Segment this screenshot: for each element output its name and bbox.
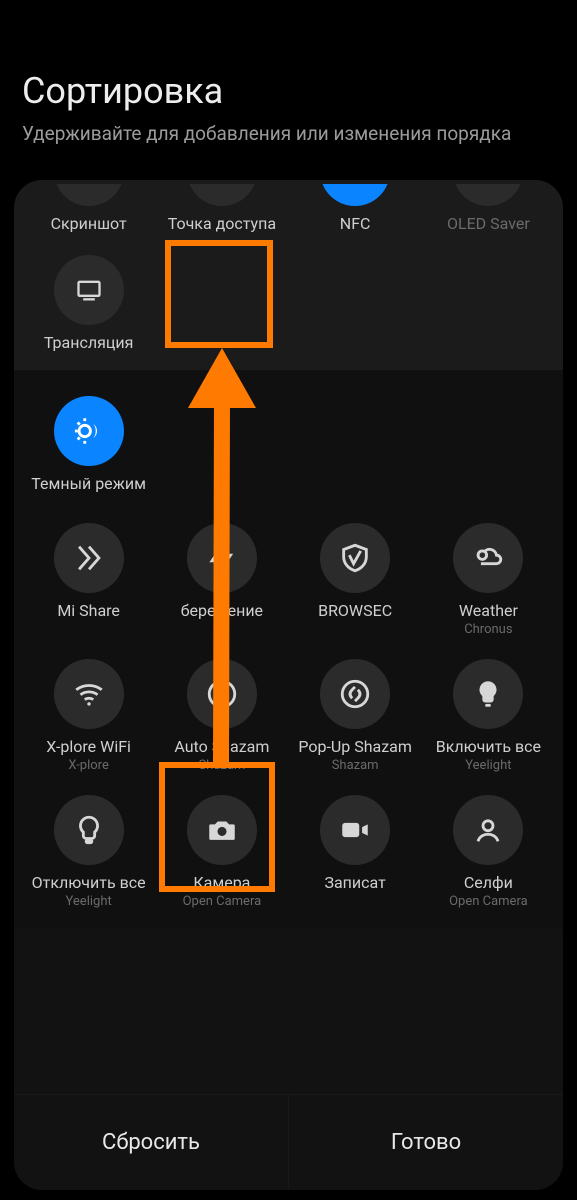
tile-weather[interactable]: Weather Chronus (422, 519, 555, 637)
tile-label: Камера (193, 873, 250, 892)
bulb-on-icon (453, 659, 523, 729)
tile-label: Селфи (464, 873, 513, 892)
reset-button[interactable]: Сбросить (14, 1095, 288, 1190)
tile-label: Записат (324, 873, 385, 892)
tile-sublabel: Open Camera (183, 894, 262, 909)
empty-slot (289, 392, 422, 493)
empty-slot (155, 392, 288, 493)
bolt-icon (187, 523, 257, 593)
tile-label: Pop-Up Shazam (298, 737, 412, 756)
tile-oled-saver[interactable]: OLED Saver (422, 180, 555, 233)
hotspot-icon (187, 180, 257, 206)
tile-label: NFC (340, 214, 371, 233)
dark-mode-icon (54, 396, 124, 466)
empty-slot (422, 392, 555, 493)
tile-label: Точка доступа (168, 214, 276, 233)
empty-slot[interactable] (422, 251, 555, 352)
tile-label: Weather (459, 601, 518, 620)
page-subtitle: Удерживайте для добавления или изменения… (22, 122, 555, 145)
tile-label: Mi Share (57, 601, 120, 620)
footer-bar: Сбросить Готово (14, 1094, 563, 1190)
weather-icon (453, 523, 523, 593)
tile-sublabel: Chronus (464, 622, 512, 637)
tile-label: Трансляция (44, 333, 134, 352)
tile-sublabel: Shazam (198, 758, 245, 773)
empty-slot[interactable] (155, 251, 288, 352)
oled-icon (453, 180, 523, 206)
tile-xplore-wifi[interactable]: X-plore WiFi X-plore (22, 655, 155, 773)
video-icon (320, 795, 390, 865)
tile-nfc[interactable]: NFC (289, 180, 422, 233)
empty-slot[interactable] (289, 251, 422, 352)
tile-label: Отключить все (32, 873, 146, 892)
tile-label: BROWSEC (318, 601, 392, 620)
shazam-icon (187, 659, 257, 729)
tile-turn-off-all[interactable]: Отключить все Yeelight (22, 791, 155, 909)
tile-sublabel: Yeelight (465, 758, 511, 773)
cut-icon (54, 180, 124, 206)
tile-mi-share[interactable]: Mi Share (22, 519, 155, 637)
bulb-off-icon (54, 795, 124, 865)
shazam-icon (320, 659, 390, 729)
tile-popup-shazam[interactable]: Pop-Up Shazam Shazam (289, 655, 422, 773)
nfc-icon (320, 180, 390, 206)
tile-sublabel: Shazam (332, 758, 379, 773)
tile-label: OLED Saver (447, 214, 530, 233)
active-tiles-section: Скриншот Точка доступа NFC OLED Saver (14, 180, 563, 370)
tile-sublabel: Open Camera (449, 894, 528, 909)
mid-section: Темный режим (14, 370, 563, 519)
camera-icon (187, 795, 257, 865)
shield-icon (320, 523, 390, 593)
tile-selfie[interactable]: Селфи Open Camera (422, 791, 555, 909)
tile-browsec[interactable]: BROWSEC (289, 519, 422, 637)
tile-camera[interactable]: Камера Open Camera (155, 791, 288, 909)
page-title: Сортировка (22, 70, 555, 112)
cast-icon (54, 255, 124, 325)
done-button[interactable]: Готово (288, 1095, 563, 1190)
screen: Сортировка Удерживайте для добавления ил… (0, 0, 577, 1200)
tile-label: бережение (181, 601, 263, 620)
edit-panel: Скриншот Точка доступа NFC OLED Saver (14, 180, 563, 1190)
tile-turn-on-all[interactable]: Включить все Yeelight (422, 655, 555, 773)
tile-power-save[interactable]: бережение (155, 519, 288, 637)
tile-cast[interactable]: Трансляция (22, 251, 155, 352)
tile-record-video[interactable]: Записат (289, 791, 422, 909)
tile-dark-mode[interactable]: Темный режим (22, 392, 155, 493)
tiles-scroll[interactable]: Скриншот Точка доступа NFC OLED Saver (14, 180, 563, 1094)
tile-auto-shazam[interactable]: Auto Shazam Shazam (155, 655, 288, 773)
tile-label: X-plore WiFi (46, 737, 131, 756)
header: Сортировка Удерживайте для добавления ил… (0, 0, 577, 163)
tile-sublabel: X-plore (68, 758, 109, 773)
tile-sublabel: Yeelight (66, 894, 112, 909)
tile-label: Auto Shazam (174, 737, 269, 756)
tile-screenshot[interactable]: Скриншот (22, 180, 155, 233)
mishare-icon (54, 523, 124, 593)
available-tiles-section: Mi Share бережение (14, 519, 563, 929)
tile-label: Темный режим (31, 474, 146, 493)
tile-hotspot[interactable]: Точка доступа (155, 180, 288, 233)
wifi-icon (54, 659, 124, 729)
selfie-icon (453, 795, 523, 865)
tile-label: Скриншот (51, 214, 127, 233)
tile-label: Включить все (436, 737, 541, 756)
